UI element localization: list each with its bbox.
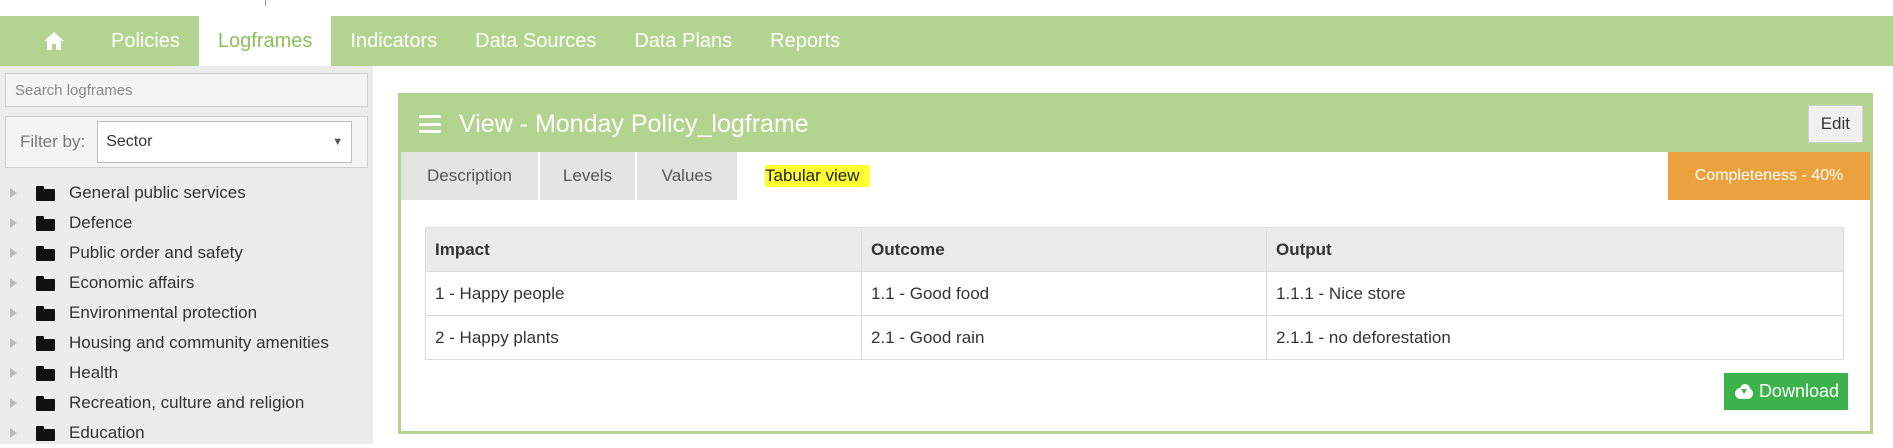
table-cell: 1.1 - Good food [861, 271, 1267, 316]
tree-item-label: Housing and community amenities [69, 333, 329, 352]
folder-icon [36, 365, 55, 381]
tab-levels[interactable]: Levels [540, 152, 635, 200]
folder-icon [36, 305, 55, 321]
tree-item-label: General public services [69, 183, 246, 202]
top-strip [0, 0, 1893, 16]
tree-item[interactable]: Health [0, 358, 373, 388]
tab-values[interactable]: Values [637, 152, 737, 200]
tab-description[interactable]: Description [401, 152, 538, 200]
folder-icon [36, 245, 55, 261]
table-row: 2 - Happy plants 2.1 - Good rain 2.1.1 -… [425, 315, 1844, 360]
chevron-down-icon: ▼ [332, 136, 344, 148]
top-divider [265, 0, 266, 6]
edit-button[interactable]: Edit [1807, 105, 1863, 143]
tree-item[interactable]: Recreation, culture and religion [0, 388, 373, 418]
nav-indicators[interactable]: Indicators [331, 16, 456, 66]
download-label: Download [1758, 381, 1839, 401]
tree-item-label: Recreation, culture and religion [69, 393, 305, 412]
folder-icon [36, 425, 55, 441]
tree-item-label: Defence [69, 213, 133, 232]
folder-icon [36, 185, 55, 201]
column-header-outcome: Outcome [861, 227, 1267, 272]
expand-arrow-icon[interactable] [10, 308, 17, 318]
tab-tabular-view[interactable]: Tabular view [739, 152, 870, 200]
nav-policies[interactable]: Policies [92, 16, 199, 66]
logframe-table: Impact Outcome Output 1 - Happy people 1… [425, 227, 1844, 360]
filter-panel: Filter by: Sector ▼ [5, 116, 368, 168]
table-cell: 1 - Happy people [425, 271, 862, 316]
column-header-impact: Impact [425, 227, 862, 272]
tree-item-label: Health [69, 363, 119, 382]
main-navbar: Policies Logframes Indicators Data Sourc… [0, 16, 1893, 66]
column-header-output: Output [1266, 227, 1844, 272]
expand-arrow-icon[interactable] [10, 338, 17, 348]
folder-icon [36, 215, 55, 231]
logframe-panel: View - Monday Policy_logframe Edit Descr… [398, 93, 1873, 434]
nav-home-button[interactable] [36, 16, 72, 66]
search-logframes-input[interactable]: Search logframes [5, 73, 368, 107]
tree-item[interactable]: Economic affairs [0, 268, 373, 298]
tree-item[interactable]: Housing and community amenities [0, 328, 373, 358]
tree-item[interactable]: Environmental protection [0, 298, 373, 328]
download-button[interactable]: Download [1723, 373, 1848, 410]
table-cell: 2 - Happy plants [425, 315, 862, 360]
home-icon [44, 32, 64, 50]
tree-item-label: Education [69, 423, 145, 442]
table-row: 1 - Happy people 1.1 - Good food 1.1.1 -… [425, 271, 1844, 316]
nav-reports[interactable]: Reports [751, 16, 859, 66]
expand-arrow-icon[interactable] [10, 248, 17, 258]
sector-tree: General public services Defence Public o… [0, 178, 373, 448]
panel-header: View - Monday Policy_logframe Edit [401, 96, 1870, 152]
sidebar: Search logframes Filter by: Sector ▼ Gen… [0, 66, 373, 444]
table-cell: 2.1 - Good rain [861, 315, 1267, 360]
nav-data-plans[interactable]: Data Plans [615, 16, 751, 66]
table-cell: 2.1.1 - no deforestation [1266, 315, 1844, 360]
menu-icon[interactable] [419, 115, 441, 133]
tree-item[interactable]: General public services [0, 178, 373, 208]
folder-icon [36, 275, 55, 291]
expand-arrow-icon[interactable] [10, 428, 17, 438]
table-cell: 1.1.1 - Nice store [1266, 271, 1844, 316]
nav-logframes[interactable]: Logframes [198, 16, 332, 66]
cloud-download-icon [1733, 383, 1755, 400]
tab-tabular-view-label: Tabular view [765, 165, 870, 187]
page-title: View - Monday Policy_logframe [459, 109, 809, 138]
folder-icon [36, 395, 55, 411]
completeness-badge: Completeness - 40% [1668, 152, 1870, 200]
nav-data-sources[interactable]: Data Sources [456, 16, 615, 66]
filter-select-value: Sector [106, 133, 153, 150]
expand-arrow-icon[interactable] [10, 218, 17, 228]
expand-arrow-icon[interactable] [10, 278, 17, 288]
expand-arrow-icon[interactable] [10, 368, 17, 378]
filter-label: Filter by: [20, 132, 86, 151]
table-header-row: Impact Outcome Output [425, 227, 1844, 272]
panel-tabs: Description Levels Values Tabular view C… [401, 152, 1870, 200]
filter-select[interactable]: Sector ▼ [97, 121, 353, 163]
tree-item-label: Public order and safety [69, 243, 243, 262]
folder-icon [36, 335, 55, 351]
expand-arrow-icon[interactable] [10, 188, 17, 198]
tree-item[interactable]: Public order and safety [0, 238, 373, 268]
tree-item-label: Environmental protection [69, 303, 258, 322]
expand-arrow-icon[interactable] [10, 398, 17, 408]
tree-item-label: Economic affairs [69, 273, 195, 292]
tree-item[interactable]: Defence [0, 208, 373, 238]
